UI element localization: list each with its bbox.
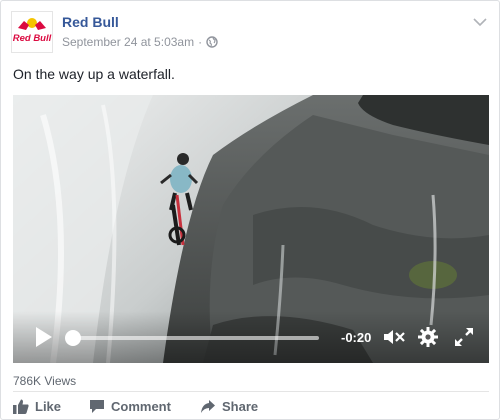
gear-icon[interactable] — [417, 326, 439, 348]
globe-icon[interactable] — [206, 36, 218, 48]
post-card: Red Bull Red Bull September 24 at 5:03am… — [0, 0, 500, 420]
chevron-down-icon[interactable] — [473, 17, 487, 27]
comment-button[interactable]: Comment — [89, 396, 171, 416]
action-bar: Like Comment Share — [1, 393, 499, 419]
seek-bar[interactable] — [73, 336, 319, 340]
share-button[interactable]: Share — [200, 396, 258, 416]
seek-handle[interactable] — [65, 330, 81, 346]
fullscreen-icon[interactable] — [453, 326, 475, 348]
mute-icon[interactable] — [383, 327, 407, 347]
logo-text: Red Bull — [13, 33, 52, 44]
comment-label: Comment — [111, 398, 171, 414]
share-icon — [201, 399, 215, 413]
post-meta: September 24 at 5:03am · — [62, 35, 218, 49]
post-text: On the way up a waterfall. — [13, 66, 175, 82]
meta-separator: · — [198, 35, 203, 49]
video-controls: -0:20 — [13, 311, 489, 363]
time-remaining: -0:20 — [341, 330, 372, 345]
like-button[interactable]: Like — [13, 396, 61, 416]
like-label: Like — [35, 398, 62, 414]
page-avatar[interactable]: Red Bull — [11, 11, 53, 53]
thumbs-up-icon — [13, 399, 29, 414]
page-name-link[interactable]: Red Bull — [62, 14, 119, 30]
view-count: 786K Views — [13, 374, 77, 388]
divider — [13, 391, 489, 392]
red-bull-logo: Red Bull — [12, 12, 52, 52]
comment-icon — [90, 399, 104, 413]
share-label: Share — [222, 398, 259, 414]
play-icon[interactable] — [35, 326, 53, 348]
video-player[interactable]: -0:20 — [13, 95, 489, 363]
post-timestamp[interactable]: September 24 at 5:03am — [62, 35, 194, 49]
